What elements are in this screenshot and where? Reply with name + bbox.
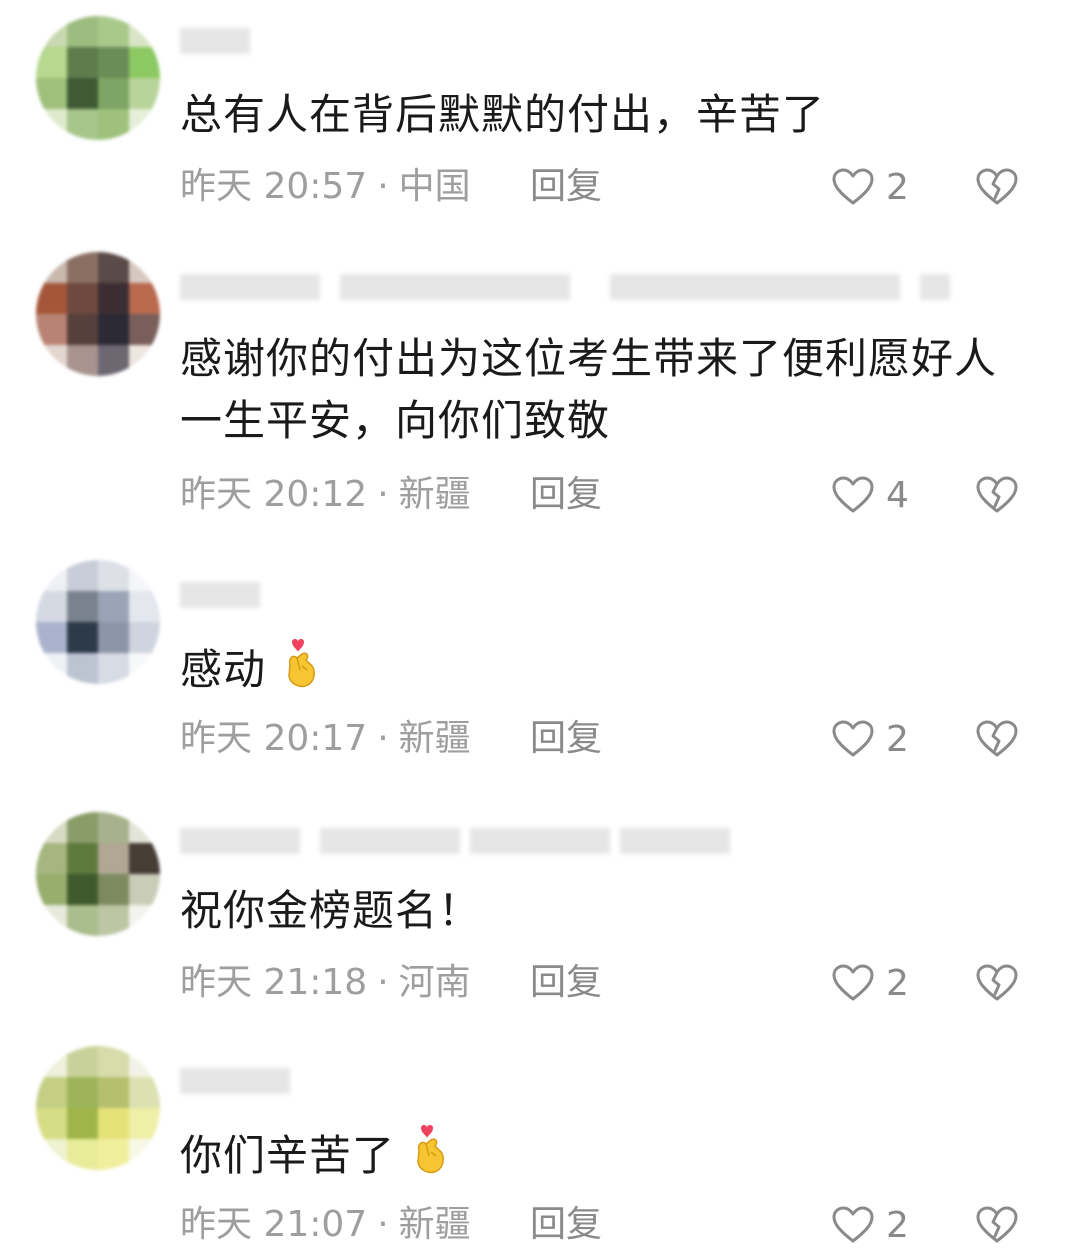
comment-meta: 昨天 20:57 · 中国 xyxy=(180,162,471,212)
finger-heart-emoji xyxy=(409,1122,449,1176)
like-count: 2 xyxy=(886,166,909,208)
comment-text-content: 你们辛苦了 xyxy=(180,1131,396,1180)
avatar[interactable] xyxy=(36,1046,160,1170)
avatar[interactable] xyxy=(36,16,160,140)
comment-meta: 昨天 21:07 · 新疆 xyxy=(180,1200,471,1250)
comment-text: 感谢你的付出为这位考生带来了便利愿好人一生平安，向你们致敬 xyxy=(180,334,998,445)
broken-heart-icon xyxy=(976,964,1018,1001)
finger-heart-emoji xyxy=(280,636,320,690)
reply-button[interactable]: 回复 xyxy=(530,162,602,212)
comment-text: 总有人在背后默默的付出，辛苦了 xyxy=(180,90,826,139)
reply-button[interactable]: 回复 xyxy=(530,958,602,1008)
comment-text-content: 感动 xyxy=(180,645,267,694)
comment-location: 新疆 xyxy=(398,1204,471,1245)
comment-text: 你们辛苦了 xyxy=(180,1122,1019,1187)
dislike-button[interactable] xyxy=(976,162,1018,212)
reply-button[interactable]: 回复 xyxy=(530,1200,602,1250)
broken-heart-icon xyxy=(976,1206,1018,1243)
username-blurred[interactable] xyxy=(180,22,260,60)
like-button[interactable]: 4 xyxy=(832,470,909,520)
heart-outline-icon xyxy=(832,1206,874,1243)
comment-location: 新疆 xyxy=(398,718,471,759)
like-button[interactable]: 2 xyxy=(832,162,909,212)
comment-text: 感动 xyxy=(180,636,1019,701)
heart-outline-icon xyxy=(832,476,874,513)
username-blurred[interactable] xyxy=(180,822,740,860)
like-count: 2 xyxy=(886,1204,909,1246)
like-button[interactable]: 2 xyxy=(832,714,909,764)
broken-heart-icon xyxy=(976,476,1018,513)
dislike-button[interactable] xyxy=(976,470,1018,520)
like-button[interactable]: 2 xyxy=(832,1200,909,1250)
broken-heart-icon xyxy=(976,168,1018,205)
username-blurred[interactable] xyxy=(180,576,270,614)
comment-location: 新疆 xyxy=(398,474,471,515)
comment-time: 昨天 20:17 xyxy=(180,718,368,759)
comment-text: 祝你金榜题名！ xyxy=(180,886,482,935)
like-count: 2 xyxy=(886,962,909,1004)
comment-time: 昨天 20:57 xyxy=(180,166,368,207)
meta-separator: · xyxy=(377,718,389,759)
comment-meta: 昨天 20:17 · 新疆 xyxy=(180,714,471,764)
dislike-button[interactable] xyxy=(976,1200,1018,1250)
like-count: 4 xyxy=(886,474,909,516)
comment-location: 河南 xyxy=(398,962,471,1003)
comment-time: 昨天 21:07 xyxy=(180,1204,368,1245)
comment-meta: 昨天 20:12 · 新疆 xyxy=(180,470,471,520)
comment-time: 昨天 21:18 xyxy=(180,962,368,1003)
avatar[interactable] xyxy=(36,560,160,684)
username-blurred[interactable] xyxy=(180,268,960,306)
heart-outline-icon xyxy=(832,964,874,1001)
meta-separator: · xyxy=(377,962,389,1003)
username-blurred[interactable] xyxy=(180,1062,300,1100)
meta-separator: · xyxy=(377,1204,389,1245)
heart-outline-icon xyxy=(832,168,874,205)
dislike-button[interactable] xyxy=(976,958,1018,1008)
comment-meta: 昨天 21:18 · 河南 xyxy=(180,958,471,1008)
broken-heart-icon xyxy=(976,720,1018,757)
reply-button[interactable]: 回复 xyxy=(530,470,602,520)
comment-location: 中国 xyxy=(398,166,471,207)
avatar[interactable] xyxy=(36,812,160,936)
reply-button[interactable]: 回复 xyxy=(530,714,602,764)
like-count: 2 xyxy=(886,718,909,760)
like-button[interactable]: 2 xyxy=(832,958,909,1008)
comment-time: 昨天 20:12 xyxy=(180,474,368,515)
dislike-button[interactable] xyxy=(976,714,1018,764)
avatar[interactable] xyxy=(36,252,160,376)
heart-outline-icon xyxy=(832,720,874,757)
meta-separator: · xyxy=(377,166,389,207)
meta-separator: · xyxy=(377,474,389,515)
